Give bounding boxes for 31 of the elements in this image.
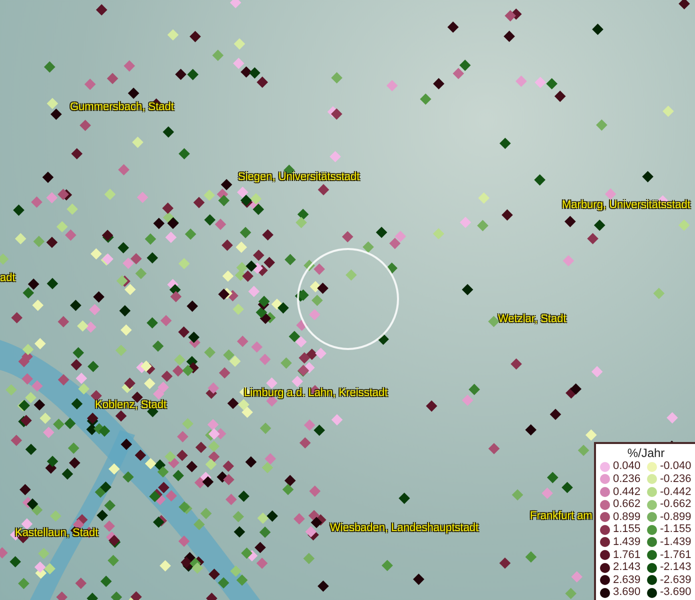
legend-value: -1.155 xyxy=(660,523,692,536)
legend-value: 1.761 xyxy=(613,548,642,562)
legend-value: 1.155 xyxy=(613,523,642,536)
legend-value: -1.761 xyxy=(660,548,692,562)
place-label: Koblenz, Stadt xyxy=(95,399,167,411)
legend-value: 2.143 xyxy=(613,561,642,574)
legend-value: 0.236 xyxy=(613,473,642,486)
place-label: Frankfurt am xyxy=(530,510,592,522)
legend-value: -0.442 xyxy=(660,486,692,498)
place-label: Wetzlar, Stadt xyxy=(498,313,566,325)
legend-value: 3.690 xyxy=(613,586,642,599)
legend-value: -3.690 xyxy=(660,586,692,599)
legend-value: -2.143 xyxy=(660,561,692,574)
legend-value: 0.662 xyxy=(613,498,642,511)
legend-value: -2.639 xyxy=(660,574,692,586)
legend-value: 0.040 xyxy=(613,460,642,474)
place-label: Wiesbaden, Landeshauptstadt xyxy=(330,522,479,534)
legend-value: -1.439 xyxy=(660,536,692,549)
legend-title: %/Jahr xyxy=(626,446,666,460)
legend-value: 0.899 xyxy=(613,510,642,524)
place-label: adt xyxy=(0,272,16,284)
legend-value: 0.442 xyxy=(613,486,642,498)
place-label: Kastellaun, Stadt xyxy=(15,527,98,539)
legend-value: -0.662 xyxy=(660,498,692,511)
legend-value: 1.439 xyxy=(613,536,642,549)
legend-value: -0.899 xyxy=(660,510,692,524)
legend-value: 2.639 xyxy=(613,574,642,586)
place-label: Marburg, Universitätsstadt xyxy=(562,199,690,211)
legend-value: -0.236 xyxy=(660,473,692,486)
legend-value: -0.040 xyxy=(660,460,692,474)
place-label: Siegen, Universitätsstadt xyxy=(238,171,360,183)
